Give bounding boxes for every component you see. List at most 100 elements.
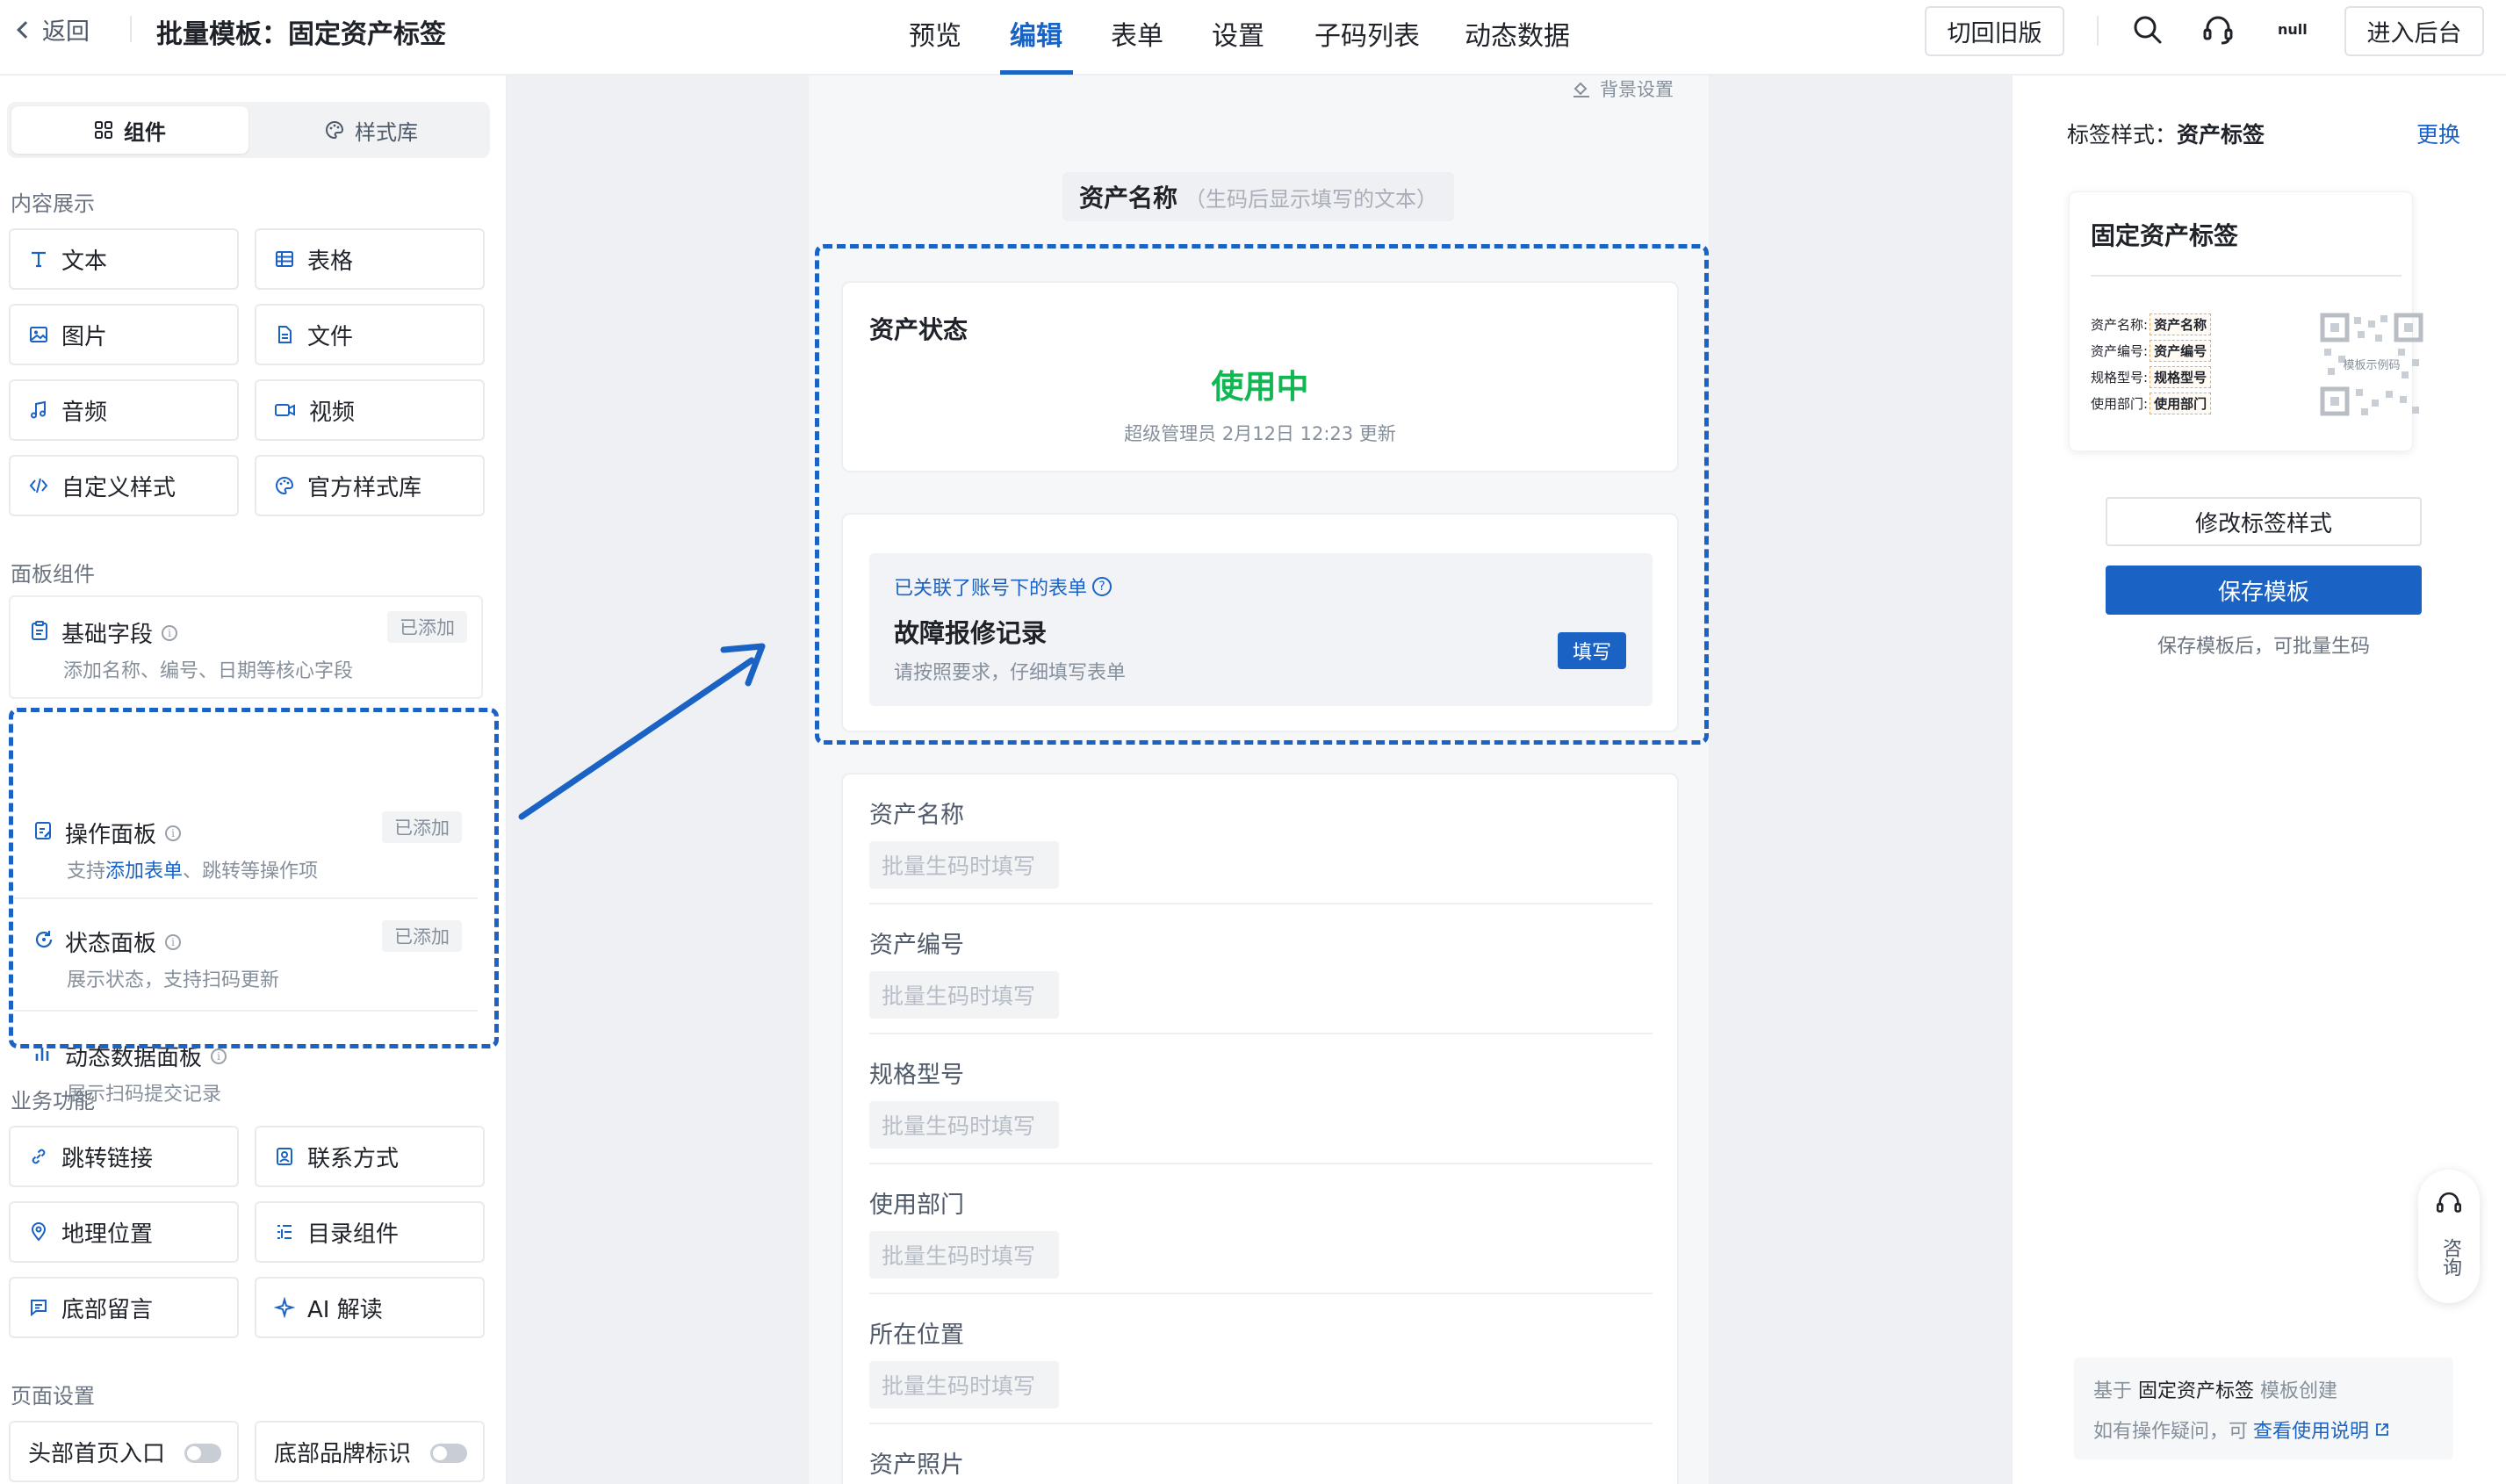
panel-title: 基础字段: [61, 622, 154, 648]
tile-label: AI 解读: [307, 1296, 383, 1323]
asset-title-hint: （生码后显示填写的文本）: [1185, 186, 1437, 212]
panel-card-basic-fields[interactable]: 基础字段 i 添加名称、编号、日期等核心字段 已添加: [9, 595, 483, 699]
info-icon[interactable]: i: [211, 1048, 227, 1064]
back-label: 返回: [42, 18, 90, 46]
label-style-name: 资产标签: [2177, 122, 2265, 148]
field-input[interactable]: 批量生码时填写: [869, 1101, 1059, 1149]
toggle-label: 头部首页入口: [28, 1440, 166, 1467]
component-tile-jump-link[interactable]: 跳转链接: [9, 1126, 239, 1187]
tile-label: 文件: [307, 323, 354, 350]
location-icon: [31, 1222, 47, 1242]
asset-title: 资产名称: [1078, 184, 1177, 213]
table-icon: [276, 251, 293, 267]
switch-old-version-button[interactable]: 切回旧版: [1925, 6, 2064, 56]
component-tile-image[interactable]: 图片: [9, 304, 239, 365]
tab-form[interactable]: 表单: [1111, 14, 1163, 53]
label-row: 资产编号: 资产编号: [2091, 340, 2212, 362]
tile-label: 自定义样式: [61, 474, 176, 501]
field-label: 资产名称: [869, 802, 964, 829]
basic-fields-card[interactable]: 资产名称 批量生码时填写 资产编号 批量生码时填写 规格型号 批量生码时填写 使…: [841, 773, 1679, 1484]
highlight-dashed-box-canvas: [815, 244, 1709, 745]
avatar[interactable]: null: [2278, 21, 2308, 38]
component-tile-video[interactable]: 视频: [255, 379, 485, 441]
label-preview-card: 固定资产标签 资产名称: 资产名称 资产编号: 资产编号 规格型号: 规格型号 使用部…: [2069, 191, 2423, 451]
consult-float-button[interactable]: 咨询: [2418, 1170, 2480, 1303]
divider: [2091, 275, 2402, 277]
save-template-button[interactable]: 保存模板: [2106, 566, 2422, 615]
toggle-switch[interactable]: [184, 1444, 221, 1463]
chevron-left-icon: [17, 21, 34, 39]
tab-components[interactable]: 组件: [11, 106, 248, 154]
audio-icon: [31, 400, 46, 419]
field-input[interactable]: 批量生码时填写: [869, 841, 1059, 889]
section-title-business: 业务功能: [11, 1089, 95, 1113]
grid-icon: [95, 121, 112, 139]
field-label: 使用部门: [869, 1192, 964, 1219]
save-hint: 保存模板后，可批量生码: [2157, 636, 2370, 658]
enter-admin-button[interactable]: 进入后台: [2344, 6, 2484, 56]
paint-bucket-icon: [1573, 82, 1589, 97]
tab-components-label: 组件: [124, 119, 166, 145]
component-tile-official-library[interactable]: 官方样式库: [255, 455, 485, 516]
section-title-content: 内容展示: [11, 191, 95, 216]
field-input[interactable]: 批量生码时填写: [869, 971, 1059, 1019]
change-style-link[interactable]: 更换: [2416, 118, 2460, 149]
tile-label: 视频: [309, 399, 356, 426]
tab-subcode-list[interactable]: 子码列表: [1314, 14, 1420, 53]
search-icon[interactable]: [2130, 12, 2165, 47]
tile-label: 文本: [61, 248, 108, 275]
component-tile-contact[interactable]: 联系方式: [255, 1126, 485, 1187]
component-tile-catalog[interactable]: 目录组件: [255, 1201, 485, 1263]
component-tile-file[interactable]: 文件: [255, 304, 485, 365]
component-sidebar: 组件 样式库 内容展示 文本 表格 图片 文件 音频 视频 自定义样式 官方样式…: [0, 76, 508, 1484]
tile-label: 目录组件: [307, 1221, 400, 1248]
tile-label: 地理位置: [61, 1221, 154, 1248]
component-tile-ai-interpret[interactable]: AI 解读: [255, 1277, 485, 1338]
back-button[interactable]: 返回: [17, 14, 90, 46]
field-input[interactable]: 批量生码时填写: [869, 1231, 1059, 1279]
field-input[interactable]: 批量生码时填写: [869, 1361, 1059, 1408]
sidebar-segmented-control: 组件 样式库: [7, 102, 490, 158]
tile-label: 图片: [61, 323, 108, 350]
usage-guide-link[interactable]: 查看使用说明: [2253, 1416, 2369, 1444]
asset-title-placeholder[interactable]: 资产名称 （生码后显示填写的文本）: [1062, 172, 1454, 221]
label-row: 规格型号: 规格型号: [2091, 366, 2212, 388]
catalog-icon: [277, 1225, 292, 1239]
divider: [869, 1423, 1653, 1424]
palette-icon: [276, 476, 294, 495]
headset-icon[interactable]: [2200, 12, 2236, 47]
modify-label-style-button[interactable]: 修改标签样式: [2106, 497, 2422, 546]
panel-desc: 添加名称、编号、日期等核心字段: [63, 660, 354, 682]
link-icon: [32, 1149, 46, 1164]
tile-label: 音频: [61, 399, 108, 426]
sparkle-icon: [274, 1297, 295, 1318]
template-info-box: 基于 固定资产标签 模板创建 如有操作疑问，可 查看使用说明: [2074, 1358, 2453, 1459]
divider: [2097, 16, 2099, 46]
toggle-header-home-entry[interactable]: 头部首页入口: [9, 1421, 239, 1482]
tab-style-library[interactable]: 样式库: [253, 106, 490, 154]
file-icon: [278, 326, 292, 343]
tab-dynamic-data[interactable]: 动态数据: [1465, 14, 1570, 53]
component-tile-audio[interactable]: 音频: [9, 379, 239, 441]
tab-settings[interactable]: 设置: [1212, 14, 1264, 53]
tab-edit[interactable]: 编辑: [1010, 14, 1062, 53]
toggle-footer-brand[interactable]: 底部品牌标识: [255, 1421, 485, 1482]
component-tile-location[interactable]: 地理位置: [9, 1201, 239, 1263]
component-tile-bottom-comment[interactable]: 底部留言: [9, 1277, 239, 1338]
toggle-switch[interactable]: [430, 1444, 467, 1463]
info-icon[interactable]: i: [162, 624, 178, 641]
tile-label: 官方样式库: [307, 474, 422, 501]
component-tile-text[interactable]: 文本: [9, 228, 239, 290]
consult-label: 咨询: [2439, 1238, 2461, 1277]
contact-icon: [277, 1148, 292, 1165]
label-row: 资产名称: 资产名称: [2091, 313, 2212, 335]
label-preview-title: 固定资产标签: [2091, 221, 2239, 250]
component-tile-custom-style[interactable]: 自定义样式: [9, 455, 239, 516]
section-title-page: 页面设置: [11, 1384, 95, 1408]
background-setting-button[interactable]: 背景设置: [1572, 76, 1674, 102]
external-link-icon[interactable]: [2374, 1422, 2390, 1437]
divider: [869, 1163, 1653, 1164]
component-tile-table[interactable]: 表格: [255, 228, 485, 290]
tab-preview[interactable]: 预览: [909, 14, 961, 53]
section-title-panels: 面板组件: [11, 562, 95, 587]
